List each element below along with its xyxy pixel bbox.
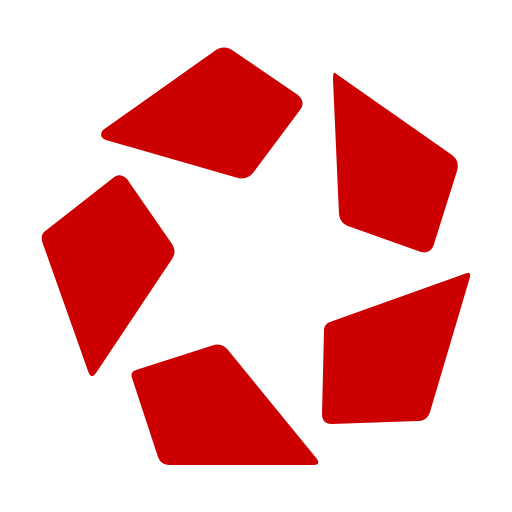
logo-icon bbox=[0, 0, 512, 512]
